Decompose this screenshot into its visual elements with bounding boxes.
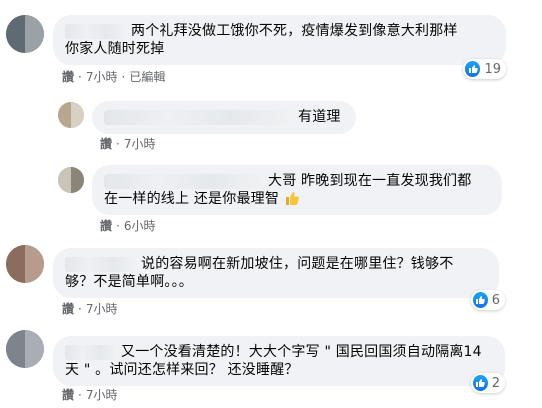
comment-bubble: 又一个没看清楚的！大大个字写 " 国民回国须自动隔离14 天 " 。试问还怎样来…: [53, 336, 505, 386]
comment-bubble: 两个礼拜没做工饿你不死，疫情爆发到像意大利那样 你家人随时死掉: [53, 15, 506, 65]
timestamp[interactable]: 7小時: [86, 302, 118, 316]
comment-text: 有道理: [298, 109, 341, 125]
comment-text: 两个礼拜没做工饿你不死，疫情爆发到像意大利那样: [131, 23, 458, 39]
comment-meta: 讚 · 7小時: [100, 137, 155, 151]
blurred-author-name[interactable]: [65, 23, 127, 39]
like-button[interactable]: 讚: [62, 388, 74, 402]
avatar[interactable]: [58, 167, 84, 193]
separator-dot: ·: [78, 70, 82, 84]
comment-text: 大哥 昨晚到现在一直发现我们都: [268, 173, 472, 189]
separator-dot: ·: [116, 219, 120, 233]
reaction-badge[interactable]: 19: [463, 59, 506, 79]
reaction-count: 2: [491, 375, 500, 391]
comment-text: 说的容易啊在新加坡住，问题是在哪里住？钱够不: [141, 256, 454, 272]
avatar[interactable]: [6, 245, 44, 283]
comment-meta: 讚 · 6小時: [100, 219, 155, 233]
thumbs-up-icon: [473, 375, 488, 391]
like-button[interactable]: 讚: [100, 219, 112, 233]
timestamp[interactable]: 7小時: [124, 137, 156, 151]
blurred-author-name[interactable]: [104, 173, 264, 189]
comment-meta: 讚 · 7小時: [62, 302, 117, 316]
edited-label[interactable]: 已編輯: [129, 70, 165, 84]
comment-bubble: 大哥 昨晚到现在一直发现我们都 在一样的线上 还是你最理智: [92, 165, 502, 215]
blurred-author-name[interactable]: [104, 109, 294, 125]
timestamp[interactable]: 7小時: [86, 70, 118, 84]
like-button[interactable]: 讚: [100, 137, 112, 151]
thumbs-up-icon: [465, 61, 481, 77]
avatar[interactable]: [6, 15, 44, 53]
like-button[interactable]: 讚: [62, 70, 74, 84]
comment-bubble: 说的容易啊在新加坡住，问题是在哪里住？钱够不 够？不是简单啊。。。: [53, 248, 499, 298]
blurred-author-name[interactable]: [65, 256, 137, 272]
separator-dot: ·: [121, 70, 126, 84]
blurred-author-name[interactable]: [65, 344, 117, 360]
thumbs-up-emoji-icon: [284, 190, 300, 211]
comment-text-continued: 够？不是简单啊。。。: [65, 274, 193, 290]
timestamp[interactable]: 7小時: [86, 388, 118, 402]
comment-meta: 讚 · 7小時: [62, 388, 117, 402]
separator-dot: ·: [78, 302, 82, 316]
thumbs-up-icon: [473, 292, 488, 308]
separator-dot: ·: [116, 137, 120, 151]
comment-meta: 讚 · 7小時 · 已編輯: [62, 70, 165, 84]
comment-bubble: 有道理: [92, 101, 356, 134]
avatar[interactable]: [58, 102, 84, 128]
comment-text-continued: 天 " 。试问还怎样来回？ 还没睡醒？: [65, 362, 299, 378]
comment-text: 又一个没看清楚的！大大个字写 " 国民回国须自动隔离14: [121, 344, 482, 360]
separator-dot: ·: [78, 388, 82, 402]
reaction-badge[interactable]: 2: [471, 373, 505, 393]
timestamp[interactable]: 6小時: [124, 219, 156, 233]
reaction-count: 6: [491, 292, 500, 308]
comment-text-continued: 在一样的线上 还是你最理智: [104, 191, 280, 207]
like-button[interactable]: 讚: [62, 302, 74, 316]
comment-text-continued: 你家人随时死掉: [65, 41, 165, 57]
reaction-badge[interactable]: 6: [471, 290, 505, 310]
reaction-count: 19: [484, 61, 501, 77]
avatar[interactable]: [6, 330, 44, 368]
